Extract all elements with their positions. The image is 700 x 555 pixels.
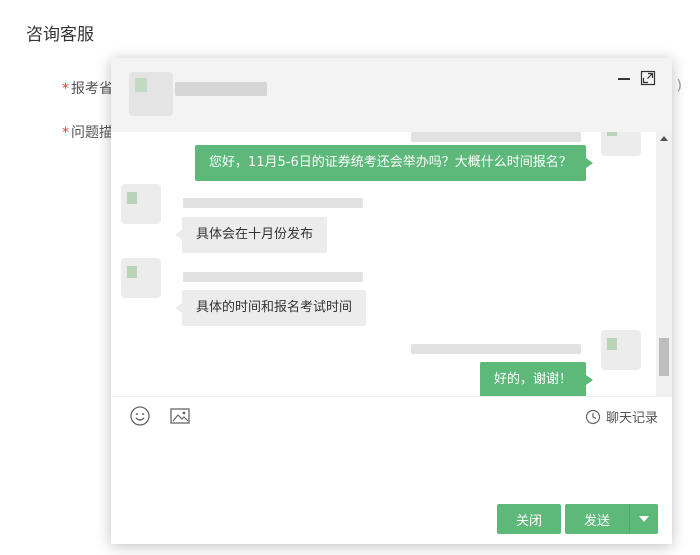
message-meta [183,272,363,282]
close-button[interactable]: 关闭 [497,504,561,534]
message-bubble-outgoing: 好的，谢谢！ [480,362,594,396]
smile-icon [130,406,150,426]
send-options-button[interactable] [629,504,658,534]
message-meta [411,132,581,142]
chat-header [111,58,672,132]
scrollbar[interactable] [656,132,672,396]
message-meta [183,198,363,208]
message-input[interactable] [111,432,672,492]
maximize-button[interactable] [640,70,658,88]
message-meta [411,344,581,354]
expand-icon [640,70,656,86]
province-label-text: 报考省 [71,81,113,97]
agent-message-avatar [121,184,161,224]
clock-icon [585,409,601,424]
minimize-button[interactable] [616,70,634,88]
required-star: * [62,125,69,141]
page-title: 咨询客服 [26,25,94,45]
message-bubble-incoming: 具体会在十月份发布 [174,217,328,253]
chat-toolbar: 聊天记录 [111,396,672,432]
emoji-button[interactable] [129,405,151,427]
background-hint: ) [676,78,682,94]
scroll-up-arrow[interactable] [660,136,668,141]
message-bubble-incoming: 具体的时间和报名考试时间 [174,290,367,326]
chevron-down-icon [639,516,649,522]
required-star: * [62,81,69,97]
user-avatar [601,132,641,156]
description-label: * 问题描 [62,122,113,142]
user-avatar [601,330,641,370]
agent-name [175,82,267,96]
scroll-thumb[interactable] [659,338,669,376]
message-list[interactable]: 您好，11月5-6日的证券统考还会举办吗？大概什么时间报名？ 具体会在十月份发布… [111,132,656,396]
send-button[interactable]: 发送 [565,504,629,534]
agent-avatar [129,72,173,116]
image-button[interactable] [169,405,191,427]
chat-history-link[interactable]: 聊天记录 [585,407,658,426]
chat-dialog: 您好，11月5-6日的证券统考还会举办吗？大概什么时间报名？ 具体会在十月份发布… [111,58,672,544]
chat-history-label: 聊天记录 [605,411,658,426]
agent-message-avatar [121,258,161,298]
description-label-text: 问题描 [71,125,113,141]
message-bubble-outgoing: 您好，11月5-6日的证券统考还会举办吗？大概什么时间报名？ [195,145,593,181]
province-label: * 报考省 [62,78,113,98]
image-icon [170,408,190,424]
